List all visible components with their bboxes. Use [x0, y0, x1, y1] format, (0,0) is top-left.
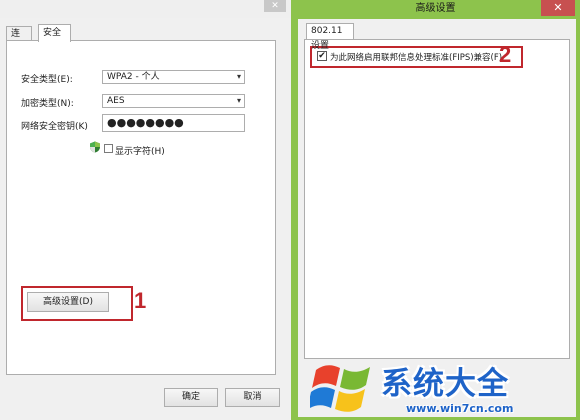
shield-icon	[90, 141, 100, 153]
show-characters-label: 显示字符(H)	[115, 147, 165, 157]
80211-settings-panel: ✔ 为此网络启用联邦信息处理标准(FIPS)兼容(F)	[304, 39, 570, 359]
site-watermark: 系统大全 www.win7cn.com	[308, 352, 580, 420]
tab-connection[interactable]: 连接	[6, 26, 32, 53]
network-key-input[interactable]: ●●●●●●●●	[102, 114, 245, 132]
dropdown-arrow-icon: ▾	[236, 72, 241, 81]
tab-80211-settings[interactable]: 802.11 设置	[306, 23, 354, 51]
encryption-type-value: AES	[107, 96, 125, 106]
security-tab-panel: 安全类型(E): WPA2 - 个人 ▾ 加密类型(N): AES ▾ 网络安全…	[6, 40, 276, 375]
encryption-type-select[interactable]: AES ▾	[102, 94, 245, 108]
advanced-settings-button[interactable]: 高级设置(D)	[27, 292, 109, 312]
security-type-value: WPA2 - 个人	[107, 72, 160, 82]
wireless-properties-dialog: ✕ 连接 安全 安全类型(E): WPA2 - 个人 ▾ 加密类型(N): AE…	[0, 0, 291, 420]
security-type-label: 安全类型(E):	[21, 75, 73, 85]
security-type-select[interactable]: WPA2 - 个人 ▾	[102, 70, 245, 84]
fips-label: 为此网络启用联邦信息处理标准(FIPS)兼容(F)	[330, 53, 503, 63]
encryption-type-label: 加密类型(N):	[21, 99, 74, 109]
left-titlebar	[0, 0, 291, 18]
show-characters-checkbox[interactable]	[104, 144, 113, 153]
dropdown-arrow-icon: ▾	[236, 96, 241, 105]
network-key-label: 网络安全密钥(K)	[21, 122, 88, 132]
close-icon[interactable]: ✕	[264, 0, 286, 12]
watermark-url: www.win7cn.com	[406, 402, 514, 415]
dialog-title: 高级设置	[415, 3, 456, 14]
step-marker-1: 1	[134, 288, 147, 313]
ok-button[interactable]: 确定	[164, 388, 218, 407]
windows-logo-icon	[310, 365, 370, 412]
step-marker-2: 2	[499, 42, 512, 67]
cancel-button[interactable]: 取消	[225, 388, 280, 407]
watermark-title: 系统大全	[381, 366, 509, 402]
close-icon[interactable]: ✕	[541, 0, 575, 16]
tab-security[interactable]: 安全	[38, 24, 71, 42]
